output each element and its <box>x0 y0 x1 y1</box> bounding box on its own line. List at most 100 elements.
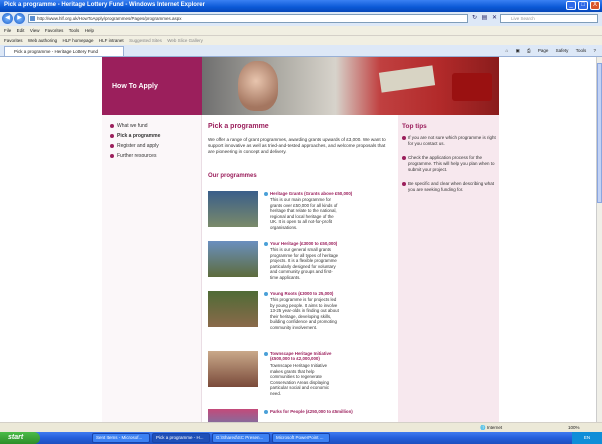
zoom-level[interactable]: 100% <box>568 424 580 432</box>
tip-text: If you are not sure which programme is r… <box>408 135 496 146</box>
compat-icon[interactable]: ▤ <box>480 14 489 23</box>
window-title: Pick a programme - Heritage Lottery Fund… <box>4 2 205 8</box>
bullet-icon <box>110 133 114 138</box>
command-bar: ⌂ ▣ ⎙ Page Safety Tools ? <box>500 47 597 55</box>
home-icon[interactable]: ⌂ <box>506 48 509 53</box>
back-icon[interactable]: ◀ <box>2 13 13 24</box>
address-url: http://www.hlf.org.uk/HowToApply/program… <box>37 16 182 21</box>
menu-edit[interactable]: Edit <box>17 26 25 35</box>
print-icon[interactable]: ⎙ <box>527 48 531 53</box>
forward-icon[interactable]: ▶ <box>14 13 25 24</box>
fav-web-authoring[interactable]: Web authoring <box>28 36 57 45</box>
search-input[interactable]: Live Search <box>500 14 598 23</box>
menu-view[interactable]: View <box>30 26 40 35</box>
tab-current[interactable]: Pick a programme - Heritage Lottery Fund <box>4 46 124 56</box>
status-bar: 🌐 Internet 100% <box>0 422 602 432</box>
security-zone: 🌐 Internet <box>480 425 503 430</box>
address-field[interactable]: http://www.hlf.org.uk/HowToApply/program… <box>28 14 468 23</box>
section-title: How To Apply <box>112 83 158 90</box>
bullet-icon <box>264 192 268 196</box>
menu-file[interactable]: File <box>4 26 11 35</box>
main-content: Pick a programme We offer a range of gra… <box>208 115 392 422</box>
programme-description: This programme is for projects led by yo… <box>270 297 339 330</box>
bullet-icon <box>402 136 406 140</box>
bullet-icon <box>402 182 406 186</box>
programme-thumbnail <box>208 351 258 387</box>
zone-label: Internet <box>486 425 503 430</box>
tip-text: Be specific and clear when describing wh… <box>408 181 495 192</box>
fav-web-slice-gallery[interactable]: Web Slice Gallery <box>167 36 203 45</box>
page-heading: Pick a programme <box>208 123 269 130</box>
top-tips-heading: Top tips <box>402 123 427 130</box>
minimize-button[interactable]: _ <box>566 1 576 10</box>
page-margin-left <box>0 57 102 422</box>
nav-label: Further resources <box>117 153 157 159</box>
nav-label: Pick a programme <box>117 133 161 139</box>
bullet-icon <box>402 156 406 160</box>
tab-bar: Pick a programme - Heritage Lottery Fund… <box>0 45 602 57</box>
task-powerpoint[interactable]: Microsoft PowerPoint ... <box>272 433 330 443</box>
programme-link[interactable]: Your Heritage (£3000 to £50,000) <box>270 241 337 246</box>
nav-label: What we fund <box>117 123 148 129</box>
nav-further-resources[interactable]: Further resources <box>110 153 156 159</box>
programme-description: Townscape Heritage Initiative makes gran… <box>270 363 330 396</box>
nav-what-we-fund[interactable]: What we fund <box>110 123 148 129</box>
taskbar: start Sent Items - Microsof... Pick a pr… <box>0 432 602 444</box>
banner-image <box>202 57 499 115</box>
menu-favorites[interactable]: Favorites <box>45 26 64 35</box>
task-explorer[interactable]: G:\Shared\SC Presen... <box>212 433 270 443</box>
programme-parks-for-people: Parks for People (£250,000 to £5million) <box>208 409 392 422</box>
browser-viewport: How To Apply What we fund Pick a program… <box>0 57 596 422</box>
menu-bar: File Edit View Favorites Tools Help <box>0 26 602 35</box>
start-button[interactable]: start <box>0 432 40 444</box>
web-page: How To Apply What we fund Pick a program… <box>102 57 499 422</box>
programme-young-roots: Young Roots (£3000 to 25,000) This progr… <box>208 291 392 335</box>
address-bar-row: ◀ ▶ http://www.hlf.org.uk/HowToApply/pro… <box>0 12 602 26</box>
menu-tools[interactable]: Tools <box>69 26 80 35</box>
tip-item: Be specific and clear when describing wh… <box>402 181 497 193</box>
fav-hlf-intranet[interactable]: HLF intranet <box>99 36 124 45</box>
programme-link[interactable]: Heritage Grants (Grants above £50,000) <box>270 191 352 196</box>
site-favicon-icon <box>30 16 35 21</box>
task-outlook[interactable]: Sent Items - Microsof... <box>92 433 150 443</box>
desktop: Pick a programme - Heritage Lottery Fund… <box>0 0 602 444</box>
bullet-icon <box>264 292 268 296</box>
programme-thumbnail <box>208 409 258 422</box>
menu-help[interactable]: Help <box>85 26 94 35</box>
system-tray[interactable]: EN <box>572 432 602 444</box>
scrollbar-thumb[interactable] <box>597 63 602 203</box>
safety-menu[interactable]: Safety <box>556 48 569 53</box>
bullet-icon <box>264 242 268 246</box>
top-tips-panel: Top tips If you are not sure which progr… <box>398 115 499 422</box>
programme-your-heritage: Your Heritage (£3000 to £50,000) This is… <box>208 241 392 285</box>
nav-pick-a-programme[interactable]: Pick a programme <box>110 133 160 139</box>
feeds-icon[interactable]: ▣ <box>515 48 519 53</box>
programme-description: This is our main programme for grants ov… <box>270 197 338 230</box>
fav-hlf-homepage[interactable]: HLF homepage <box>62 36 93 45</box>
vertical-scrollbar[interactable] <box>596 57 602 422</box>
programme-thumbnail <box>208 191 258 227</box>
stop-icon[interactable]: ✕ <box>490 14 499 23</box>
programme-townscape: Townscape Heritage Initiative (£500,000 … <box>208 351 392 401</box>
bullet-icon <box>110 143 114 148</box>
close-button[interactable]: X <box>590 1 600 10</box>
programme-link[interactable]: Townscape Heritage Initiative (£500,000 … <box>270 351 342 361</box>
refresh-icon[interactable]: ↻ <box>470 14 479 23</box>
banner-postbox <box>452 73 492 101</box>
banner-letter <box>378 65 436 93</box>
nav-label: Register and apply <box>117 143 159 149</box>
task-ie[interactable]: Pick a programme - H... <box>152 433 210 443</box>
help-icon[interactable]: ? <box>593 48 596 53</box>
programme-link[interactable]: Young Roots (£3000 to 25,000) <box>270 291 333 296</box>
nav-register-and-apply[interactable]: Register and apply <box>110 143 159 149</box>
our-programmes-heading: Our programmes <box>208 173 257 179</box>
programme-thumbnail <box>208 291 258 327</box>
page-menu[interactable]: Page <box>538 48 549 53</box>
maximize-button[interactable]: □ <box>578 1 588 10</box>
favorites-button[interactable]: Favorites <box>4 36 23 45</box>
bullet-icon <box>110 123 114 128</box>
tip-item: If you are not sure which programme is r… <box>402 135 497 147</box>
tools-menu[interactable]: Tools <box>576 48 587 53</box>
fav-suggested-sites[interactable]: Suggested Sites <box>129 36 162 45</box>
programme-link[interactable]: Parks for People (£250,000 to £5million) <box>270 409 353 414</box>
